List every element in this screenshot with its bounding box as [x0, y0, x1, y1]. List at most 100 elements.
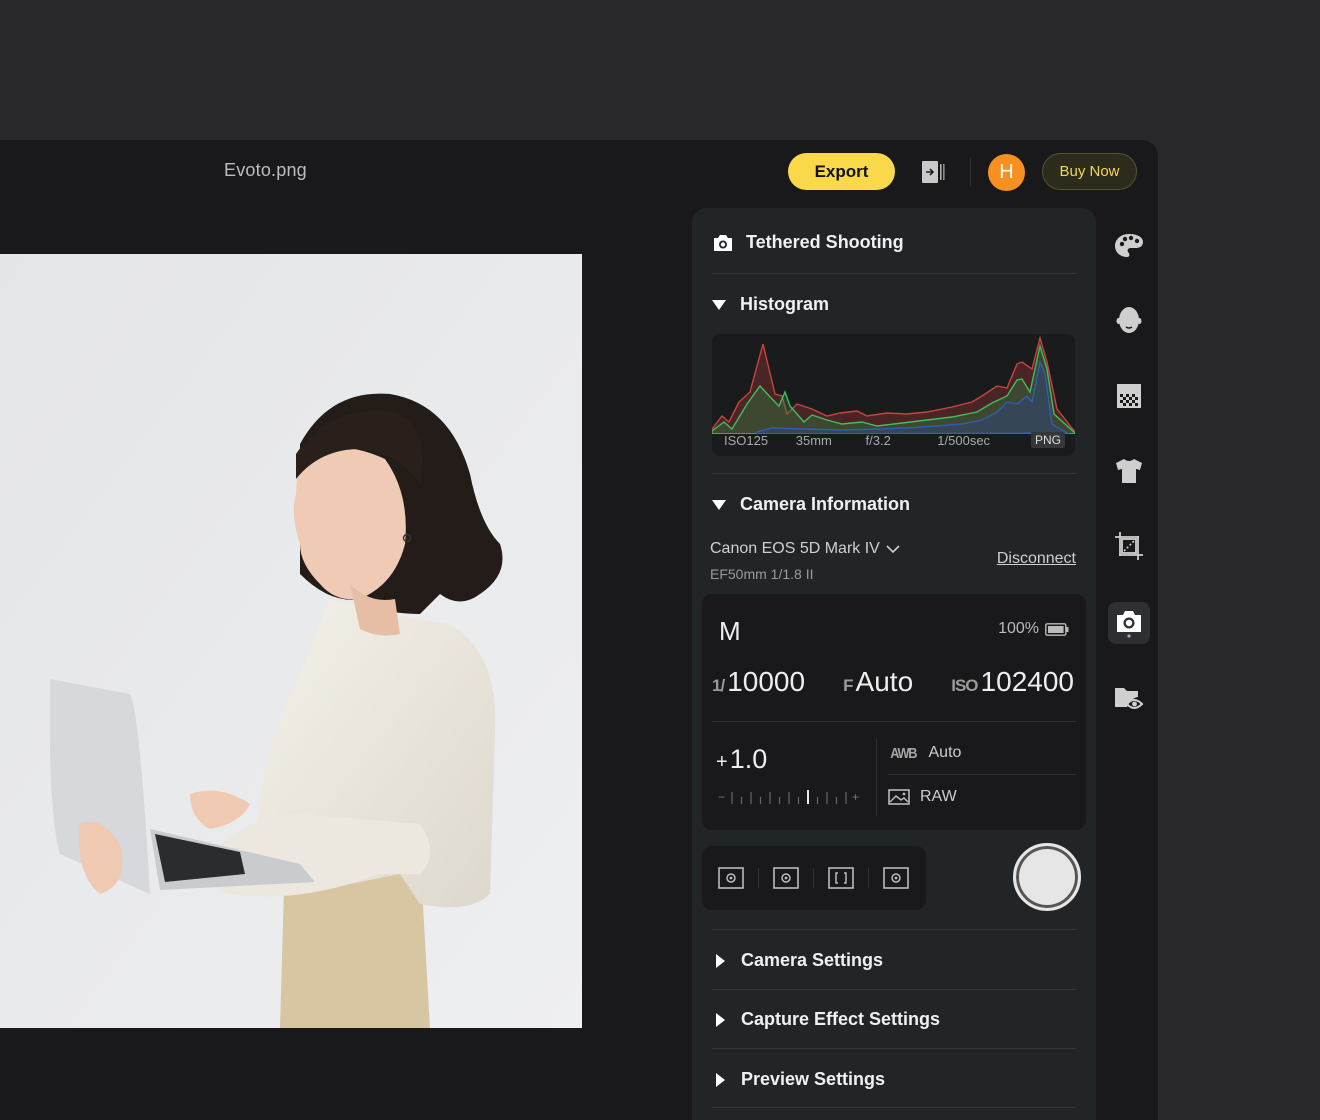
toggle-panel-button[interactable]: [920, 158, 946, 186]
tool-sidebar: [1100, 208, 1158, 1120]
histogram-label: Histogram: [740, 294, 830, 314]
battery-level: 100%: [998, 620, 1039, 637]
sidebar-item-background[interactable]: [1108, 375, 1150, 417]
disconnect-link[interactable]: Disconnect: [997, 550, 1076, 568]
exposure-compensation[interactable]: + 1.0: [716, 744, 767, 775]
camera-info-label: Camera Information: [740, 494, 911, 514]
divider: [712, 273, 1076, 274]
chevron-down-icon: [886, 545, 900, 554]
crop-icon: [1115, 532, 1143, 560]
section-label: Capture Effect Settings: [741, 1009, 941, 1029]
clothing-icon: [1116, 459, 1142, 483]
divider: [868, 868, 869, 888]
chevron-right-icon: [716, 1012, 725, 1027]
image-format-value: RAW: [920, 788, 957, 805]
camera-info-section-toggle[interactable]: Camera Information: [712, 494, 910, 515]
ev-scale-minus: −: [718, 790, 725, 804]
collapse-panel-icon: [922, 161, 945, 183]
shutter-prefix: 1/: [712, 676, 725, 695]
divider: [712, 1107, 1076, 1108]
ev-scale-slider[interactable]: − +: [718, 788, 862, 808]
ev-scale-plus: +: [852, 790, 859, 804]
sidebar-item-color[interactable]: [1108, 225, 1150, 267]
shutter-release-button[interactable]: [1013, 843, 1081, 911]
background-icon: [1117, 384, 1141, 408]
preview-settings-section-toggle[interactable]: Preview Settings: [712, 1069, 885, 1090]
file-name: Evoto.png: [224, 160, 307, 180]
divider: [712, 1048, 1076, 1049]
spot-frame-icon: [828, 867, 854, 889]
histogram-section-toggle[interactable]: Histogram: [712, 294, 829, 315]
aperture-control[interactable]: F Auto: [843, 666, 913, 698]
capture-effect-settings-section-toggle[interactable]: Capture Effect Settings: [712, 1009, 940, 1030]
divider: [813, 868, 814, 888]
tethered-shooting-panel: Tethered Shooting Histogram ISO125 35mm …: [692, 208, 1096, 1120]
sidebar-item-face[interactable]: [1108, 300, 1150, 342]
panel-header: Tethered Shooting: [712, 232, 904, 253]
evaluative-metering-icon: [718, 867, 744, 889]
image-format-control[interactable]: RAW: [888, 788, 957, 806]
aperture-prefix: F: [843, 676, 853, 695]
chevron-down-icon: [712, 499, 726, 510]
face-icon: [1116, 307, 1142, 333]
divider: [712, 473, 1076, 474]
aperture-value: Auto: [855, 666, 914, 697]
folder-preview-icon: [1115, 688, 1144, 709]
histogram-graph: [712, 335, 1075, 434]
shutter-speed-control[interactable]: 1/ 10000: [712, 666, 805, 698]
sidebar-item-tethered-shooting[interactable]: [1108, 602, 1150, 644]
sidebar-item-crop[interactable]: [1108, 525, 1150, 567]
divider: [712, 989, 1076, 990]
format-badge: PNG: [1030, 432, 1065, 448]
iso-control[interactable]: ISO 102400: [951, 666, 1074, 698]
white-balance-control[interactable]: AWB Auto: [888, 744, 961, 762]
iso-value: 102400: [980, 666, 1074, 697]
export-button[interactable]: Export: [788, 153, 895, 190]
section-label: Preview Settings: [741, 1069, 886, 1089]
exif-shutter: 1/500sec: [937, 432, 991, 448]
histogram: ISO125 35mm f/3.2 1/500sec PNG: [712, 334, 1075, 456]
shutter-value: 10000: [727, 666, 806, 697]
metering-mode-bar: [702, 846, 926, 910]
battery-icon: [1045, 622, 1069, 636]
portrait-photo: [0, 254, 582, 1028]
exif-aperture: f/3.2: [865, 432, 891, 448]
ev-value: 1.0: [729, 744, 768, 774]
camera-settings-section-toggle[interactable]: Camera Settings: [712, 950, 883, 971]
user-avatar[interactable]: H: [988, 154, 1025, 191]
sidebar-item-folder-preview[interactable]: [1108, 677, 1150, 719]
spot-frame-button[interactable]: [827, 866, 855, 890]
section-label: Camera Settings: [741, 950, 884, 970]
divider: [712, 929, 1076, 930]
image-icon: [888, 789, 910, 805]
shooting-mode[interactable]: M: [719, 616, 741, 647]
evaluative-metering-button[interactable]: [717, 866, 745, 890]
center-weighted-metering-button[interactable]: [882, 866, 910, 890]
white-balance-value: Auto: [928, 744, 962, 761]
buy-now-button[interactable]: Buy Now: [1042, 153, 1137, 190]
center-weighted-metering-icon: [883, 867, 909, 889]
histogram-exif: ISO125 35mm f/3.2 1/500sec PNG: [724, 432, 1065, 448]
image-canvas[interactable]: [0, 254, 582, 1028]
exif-focal-length: 35mm: [795, 432, 832, 448]
chevron-right-icon: [716, 953, 725, 968]
partial-metering-icon: [773, 867, 799, 889]
app-window: Evoto.png Export H Buy Now Tethered Shoo…: [0, 140, 1158, 1120]
divider: [712, 721, 1076, 722]
ev-sign: +: [716, 751, 728, 773]
sidebar-item-clothing[interactable]: [1108, 450, 1150, 492]
divider: [876, 738, 877, 816]
battery-status: 100%: [998, 620, 1069, 638]
divider: [888, 774, 1076, 775]
camera-model-select[interactable]: Canon EOS 5D Mark IV: [710, 540, 900, 558]
header-divider: [970, 158, 971, 186]
divider: [758, 868, 759, 888]
camera-icon: [714, 234, 732, 251]
chevron-right-icon: [716, 1072, 725, 1087]
exposure-row: 1/ 10000 F Auto ISO 102400: [712, 666, 1074, 698]
camera-model: Canon EOS 5D Mark IV: [710, 540, 880, 557]
palette-icon: [1115, 234, 1143, 257]
camera-icon: [1117, 611, 1141, 638]
exif-iso: ISO125: [724, 432, 769, 448]
partial-metering-button[interactable]: [772, 866, 800, 890]
